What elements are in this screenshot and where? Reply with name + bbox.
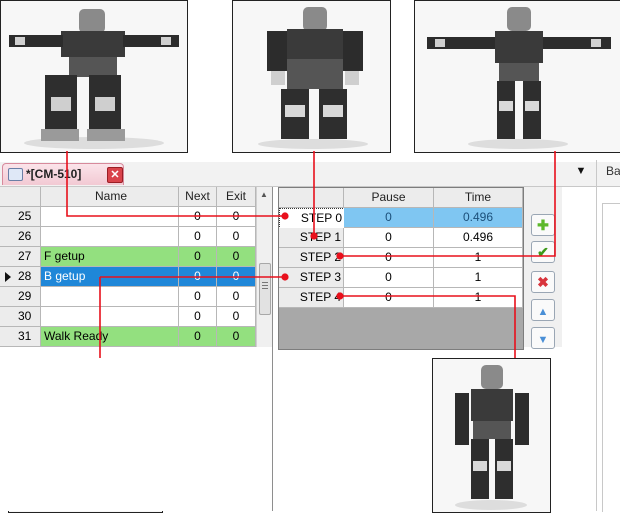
step-row[interactable]: STEP 2 0 1 xyxy=(279,248,523,268)
header-name[interactable]: Name xyxy=(41,187,179,207)
row-exit[interactable]: 0 xyxy=(217,267,256,287)
row-next[interactable]: 0 xyxy=(179,307,217,327)
row-name[interactable] xyxy=(41,227,179,247)
row-next[interactable]: 0 xyxy=(179,287,217,307)
tab-list-dropdown-icon[interactable]: ▼ xyxy=(574,165,588,181)
header-time[interactable]: Time xyxy=(434,188,523,208)
row-next[interactable]: 0 xyxy=(179,247,217,267)
step-pause[interactable]: 0 xyxy=(344,288,434,308)
arrow-up-icon: ▲ xyxy=(537,306,549,318)
step-time[interactable]: 1 xyxy=(434,248,523,268)
step-row-selected[interactable]: STEP 0 0 0.496 xyxy=(279,208,523,229)
photo-robot-pose-step-4 xyxy=(432,358,551,513)
table-row[interactable]: 29 0 0 xyxy=(0,287,256,307)
move-up-button[interactable]: ▲ xyxy=(531,299,555,321)
row-exit[interactable]: 0 xyxy=(217,287,256,307)
robot-illustration xyxy=(415,1,620,152)
step-row[interactable]: STEP 4 0 1 xyxy=(279,288,523,308)
step-label[interactable]: STEP 1 xyxy=(279,228,344,248)
grip-icon xyxy=(262,282,268,283)
check-icon: ✔ xyxy=(537,244,549,260)
row-exit[interactable]: 0 xyxy=(217,247,256,267)
motion-list-scrollbar[interactable]: ▲ xyxy=(256,187,272,347)
photo-robot-pose-step-2 xyxy=(414,0,620,153)
side-panel xyxy=(602,203,620,512)
side-panel-label: Ba xyxy=(606,164,620,178)
step-label[interactable]: STEP 4 xyxy=(279,288,344,308)
step-pause[interactable]: 0 xyxy=(344,248,434,268)
panel-divider xyxy=(596,160,597,511)
scroll-up-icon[interactable]: ▲ xyxy=(260,190,268,199)
row-next[interactable]: 0 xyxy=(179,207,217,227)
scrollbar-thumb[interactable] xyxy=(259,263,271,315)
row-exit[interactable]: 0 xyxy=(217,227,256,247)
step-label[interactable]: STEP 2 xyxy=(279,248,344,268)
step-table: Pause Time STEP 0 0 0.496 STEP 1 0 0.496… xyxy=(278,187,524,350)
current-row-marker-icon xyxy=(5,272,11,282)
row-name[interactable] xyxy=(41,207,179,227)
plus-icon: ✚ xyxy=(537,217,549,233)
row-index: 26 xyxy=(0,227,41,247)
step-time[interactable]: 0.496 xyxy=(434,208,523,228)
table-row-selected[interactable]: 28 B getup 0 0 xyxy=(0,267,256,287)
step-label[interactable]: STEP 3 xyxy=(279,268,344,288)
step-table-header: Pause Time xyxy=(279,188,523,208)
motion-list-header: Name Next Exit xyxy=(0,187,256,207)
step-toolbar xyxy=(524,187,562,347)
robot-illustration xyxy=(233,1,390,152)
step-time[interactable]: 1 xyxy=(434,288,523,308)
step-row[interactable]: STEP 3 0 1 xyxy=(279,268,523,288)
delete-icon: ✖ xyxy=(537,274,549,290)
row-index: 30 xyxy=(0,307,41,327)
photo-robot-pose-step-1 xyxy=(232,0,391,153)
apply-step-button[interactable]: ✔ xyxy=(531,241,555,263)
header-pause[interactable]: Pause xyxy=(344,188,434,208)
step-pause[interactable]: 0 xyxy=(344,228,434,248)
delete-step-button[interactable]: ✖ xyxy=(531,271,555,293)
photo-robot-pose-step-0 xyxy=(0,0,188,153)
robot-illustration xyxy=(1,1,187,152)
row-name[interactable]: B getup xyxy=(41,267,179,287)
step-label[interactable]: STEP 0 xyxy=(279,208,345,229)
step-row[interactable]: STEP 1 0 0.496 xyxy=(279,228,523,248)
tab-cm-510[interactable]: *[CM-510] ✕ xyxy=(2,163,124,185)
row-index: 31 xyxy=(0,327,41,347)
row-name[interactable] xyxy=(41,287,179,307)
header-exit[interactable]: Exit xyxy=(217,187,256,207)
header-step xyxy=(279,188,344,208)
step-pause[interactable]: 0 xyxy=(344,208,434,228)
move-down-button[interactable]: ▼ xyxy=(531,327,555,349)
close-icon[interactable]: ✕ xyxy=(107,167,123,183)
motion-list-table: Name Next Exit 25 0 0 26 0 0 27 F getup … xyxy=(0,187,273,511)
row-exit[interactable]: 0 xyxy=(217,307,256,327)
row-next[interactable]: 0 xyxy=(179,327,217,347)
robot-illustration xyxy=(433,359,550,512)
step-time[interactable]: 1 xyxy=(434,268,523,288)
row-exit[interactable]: 0 xyxy=(217,207,256,227)
header-next[interactable]: Next xyxy=(179,187,217,207)
table-row[interactable]: 27 F getup 0 0 xyxy=(0,247,256,267)
tab-title: *[CM-510] xyxy=(26,167,82,181)
row-index: 29 xyxy=(0,287,41,307)
window-icon xyxy=(8,168,23,181)
table-row[interactable]: 25 0 0 xyxy=(0,207,256,227)
arrow-down-icon: ▼ xyxy=(537,334,549,346)
table-row[interactable]: 30 0 0 xyxy=(0,307,256,327)
row-index: 28 xyxy=(0,267,41,287)
table-row[interactable]: 26 0 0 xyxy=(0,227,256,247)
header-index xyxy=(0,187,41,207)
row-name[interactable]: Walk Ready xyxy=(41,327,179,347)
step-time[interactable]: 0.496 xyxy=(434,228,523,248)
row-next[interactable]: 0 xyxy=(179,267,217,287)
row-name[interactable]: F getup xyxy=(41,247,179,267)
row-name[interactable] xyxy=(41,307,179,327)
row-next[interactable]: 0 xyxy=(179,227,217,247)
step-pause[interactable]: 0 xyxy=(344,268,434,288)
row-index: 25 xyxy=(0,207,41,227)
row-exit[interactable]: 0 xyxy=(217,327,256,347)
add-step-button[interactable]: ✚ xyxy=(531,214,555,236)
row-index: 27 xyxy=(0,247,41,267)
table-row[interactable]: 31 Walk Ready 0 0 xyxy=(0,327,256,347)
